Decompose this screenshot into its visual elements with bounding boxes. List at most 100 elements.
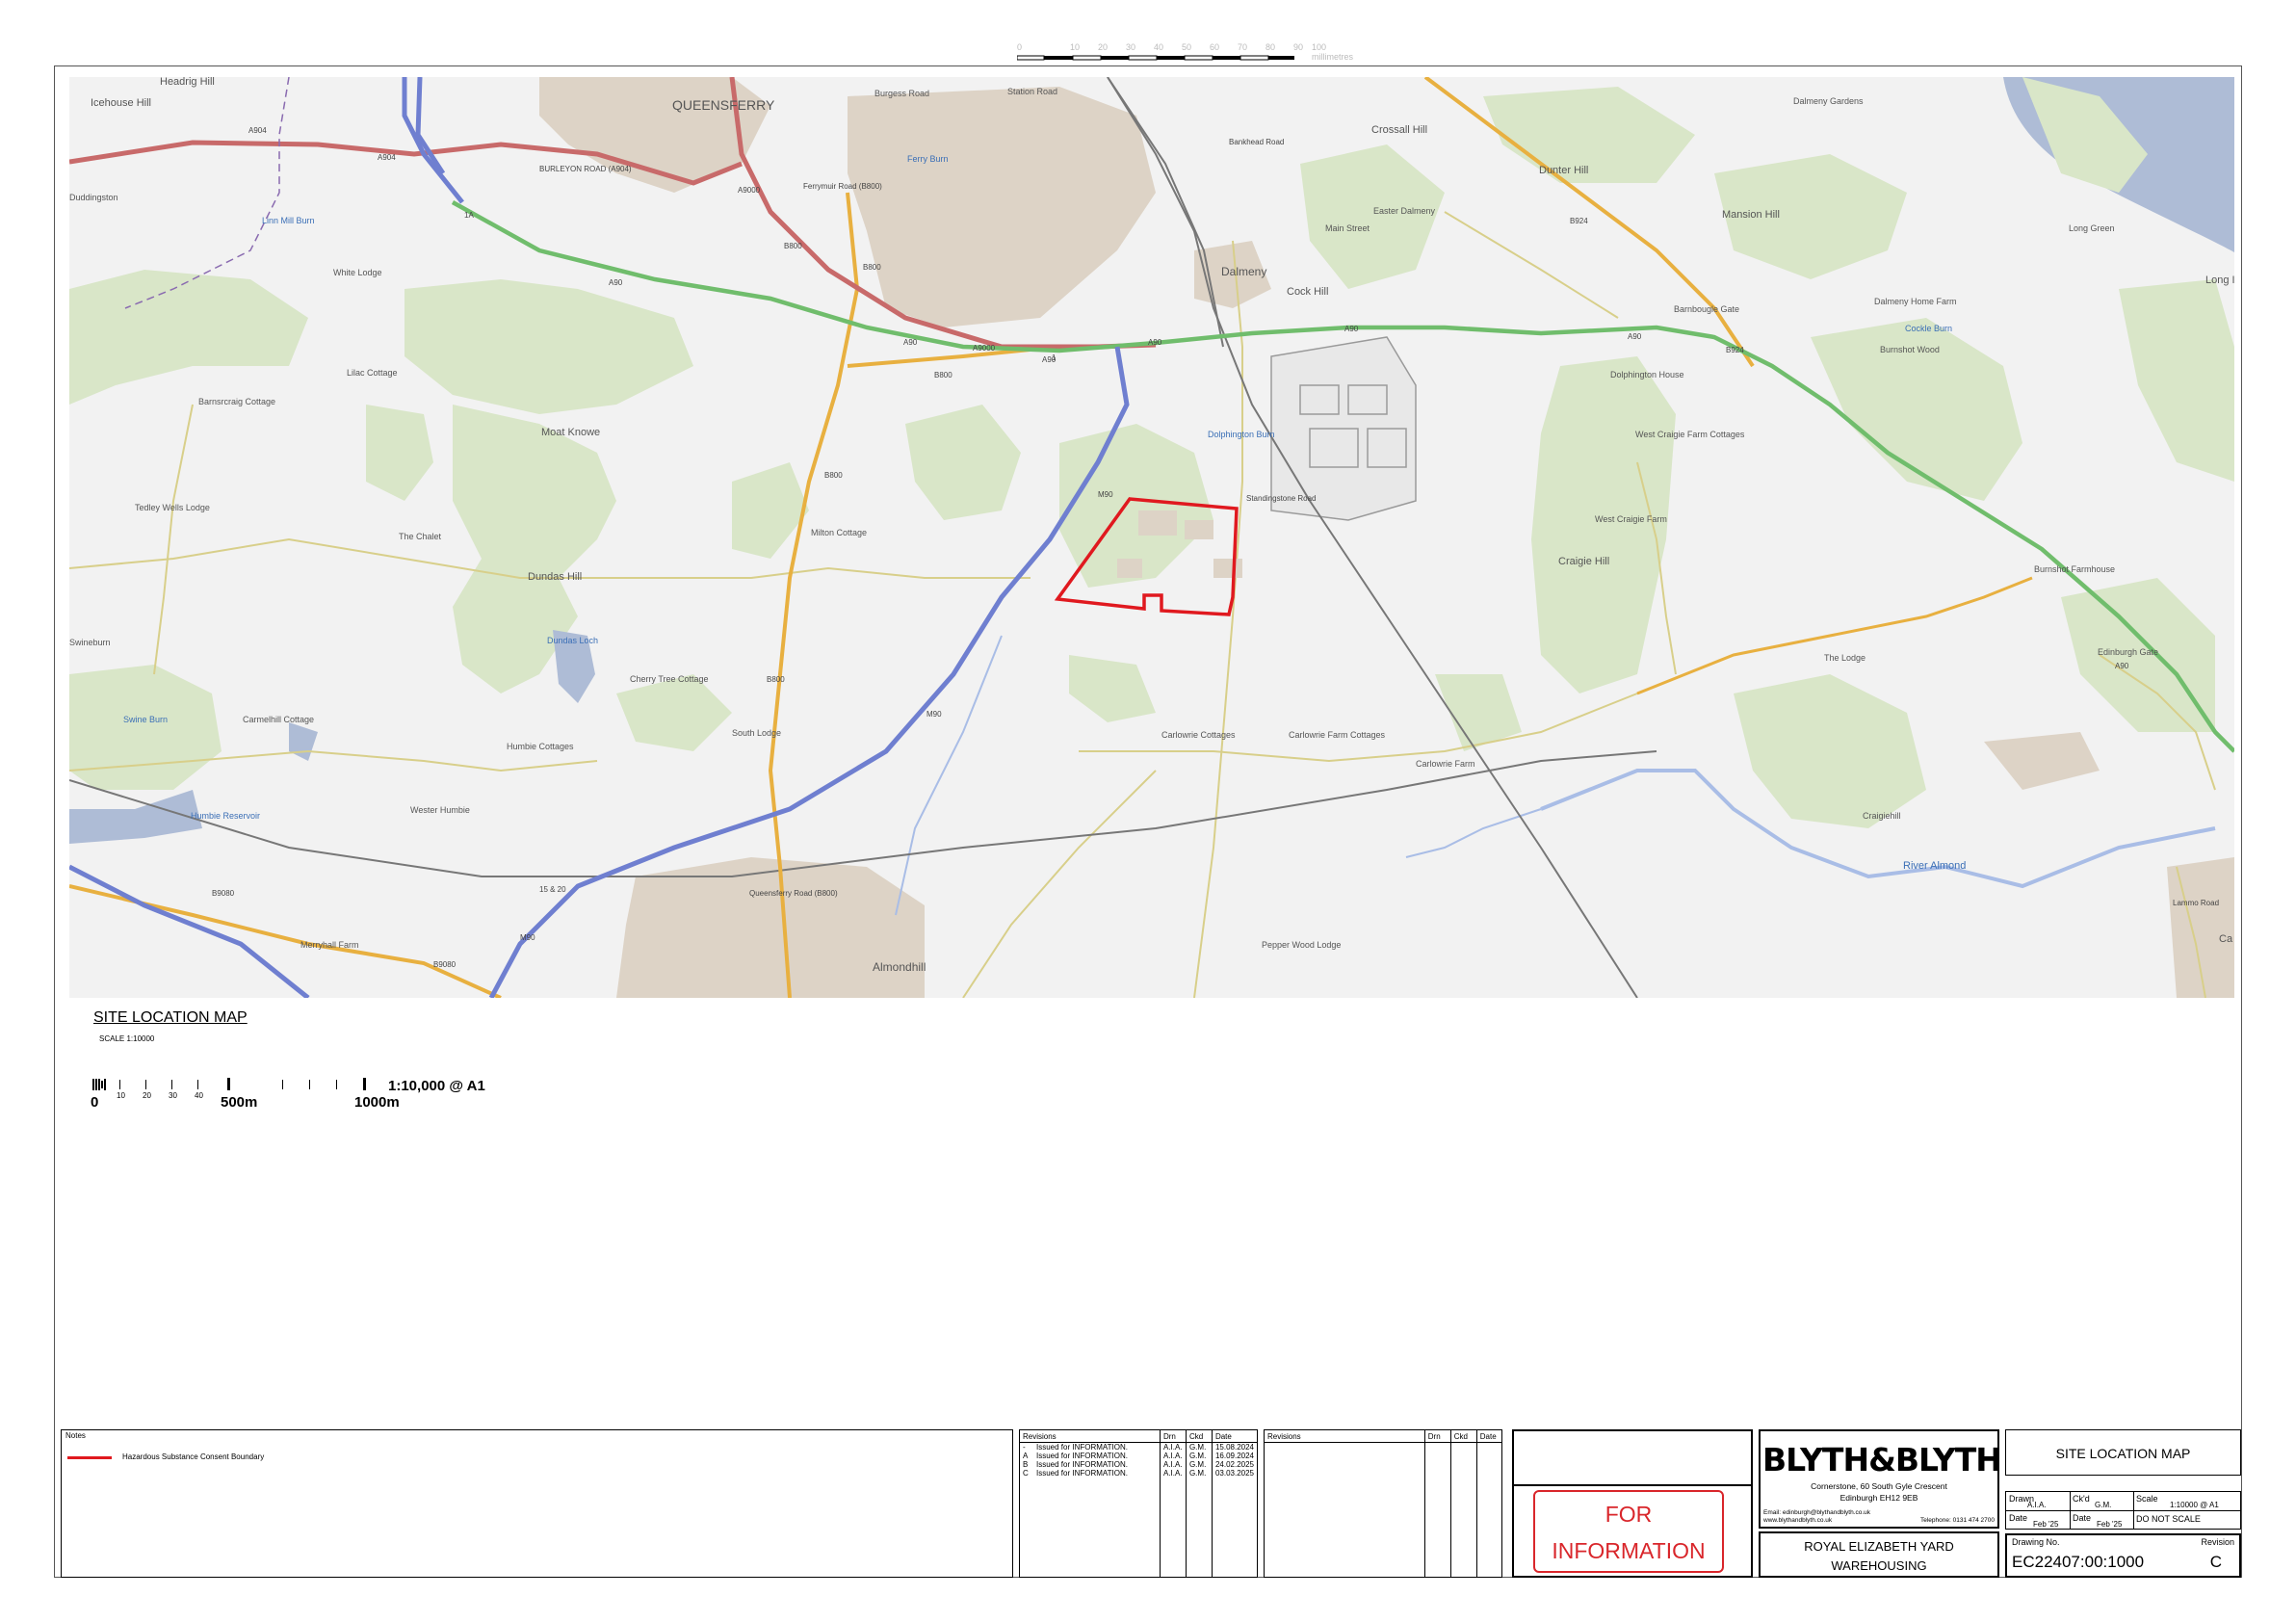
status-divider bbox=[1514, 1484, 1751, 1486]
scale-tick bbox=[145, 1080, 146, 1089]
ruler-label: 50 bbox=[1182, 42, 1192, 52]
drawing-info-panel: Drawn A.I.A. Ck'd G.M. Scale 1:10000 @ A… bbox=[2005, 1491, 2241, 1530]
place-label: Lilac Cottage bbox=[347, 368, 398, 378]
scale-bar bbox=[92, 1078, 366, 1090]
road-label: A904 bbox=[248, 126, 267, 135]
site-location-map[interactable]: Headrig Hill Icehouse Hill QUEENSFERRY Burg… bbox=[69, 77, 2234, 998]
road-label: B924 bbox=[1726, 346, 1744, 354]
info-divider bbox=[2133, 1492, 2134, 1529]
road-label: B800 bbox=[767, 675, 785, 684]
company-phone: Telephone: 0131 474 2700 bbox=[1920, 1517, 1995, 1524]
road-label: 1A bbox=[464, 211, 474, 220]
company-web: www.blythandblyth.co.uk bbox=[1763, 1517, 1833, 1524]
ruler-segment bbox=[1072, 55, 1102, 61]
road-label: A90 bbox=[1628, 332, 1642, 341]
ruler-label: 10 bbox=[1070, 42, 1081, 52]
drawing-title-panel: SITE LOCATION MAP bbox=[2005, 1429, 2241, 1476]
scale-500m-label: 500m bbox=[221, 1094, 258, 1111]
revisions-header-row: Revisions Drn Ckd Date bbox=[1265, 1430, 1501, 1443]
place-label: Craigie Hill bbox=[1558, 556, 1609, 567]
scale-tick bbox=[98, 1079, 100, 1090]
scale-tick bbox=[92, 1079, 94, 1090]
drn-header: Drn bbox=[1159, 1430, 1187, 1443]
place-label: Icehouse Hill bbox=[91, 97, 151, 109]
revision-ckd: G.M. bbox=[1185, 1452, 1213, 1460]
place-label: Station Road bbox=[1007, 87, 1057, 96]
road-label: B924 bbox=[1570, 217, 1588, 225]
ruler-label: 0 bbox=[1017, 42, 1023, 52]
place-label: Duddingston bbox=[69, 193, 118, 202]
revision-code: C bbox=[1023, 1469, 1029, 1478]
revision-row: A Issued for INFORMATION. A.I.A. G.M. 16… bbox=[1020, 1452, 1257, 1460]
place-label: Easter Dalmeny bbox=[1373, 206, 1436, 216]
place-label: Ca bbox=[2219, 933, 2233, 945]
revisions-panel: Revisions Drn Ckd Date - Issued for INFO… bbox=[1019, 1429, 1258, 1578]
revisions-header: Revisions bbox=[1020, 1430, 1161, 1443]
place-label: Headrig Hill bbox=[160, 77, 215, 88]
revision-ckd: G.M. bbox=[1185, 1460, 1213, 1469]
revisions-panel-2: Revisions Drn Ckd Date bbox=[1264, 1429, 1502, 1578]
place-label: Mansion Hill bbox=[1722, 209, 1780, 221]
drawing-number-label: Drawing No. bbox=[2012, 1537, 2060, 1547]
drawn-value: A.I.A. bbox=[2027, 1501, 2047, 1509]
urban-area-kirkliston bbox=[616, 857, 925, 998]
place-label: Barnsrcraig Cottage bbox=[198, 397, 275, 406]
for-information-stamp: FOR INFORMATION bbox=[1533, 1490, 1724, 1573]
revision-row: C Issued for INFORMATION. A.I.A. G.M. 03… bbox=[1020, 1469, 1257, 1478]
road-label: 1 bbox=[1052, 353, 1057, 362]
road-label: B800 bbox=[863, 263, 881, 272]
scale-tick-label: 40 bbox=[195, 1091, 203, 1100]
ruler-label: 40 bbox=[1154, 42, 1164, 52]
date-header: Date bbox=[1475, 1430, 1501, 1443]
place-label: Burnshot Farmhouse bbox=[2034, 564, 2115, 574]
stamp-line-1: FOR bbox=[1605, 1502, 1653, 1527]
revision-desc: Issued for INFORMATION. bbox=[1036, 1460, 1128, 1469]
place-label: Long I bbox=[2205, 275, 2234, 286]
road-label: A904 bbox=[378, 153, 396, 162]
place-label: Dunter Hill bbox=[1539, 165, 1588, 176]
revision-code: B bbox=[1023, 1460, 1029, 1469]
date2-value: Feb '25 bbox=[2097, 1520, 2123, 1529]
ckd-header: Ckd bbox=[1185, 1430, 1213, 1443]
place-label: Dalmeny Gardens bbox=[1793, 96, 1864, 106]
road-label: A90 bbox=[2115, 662, 2129, 670]
place-label: South Lodge bbox=[732, 728, 781, 738]
road-label: Lammo Road bbox=[2173, 899, 2219, 907]
road-label: Ferrymuir Road (B800) bbox=[803, 182, 882, 191]
revisions-header-row: Revisions Drn Ckd Date bbox=[1020, 1430, 1257, 1443]
scale-tick bbox=[119, 1080, 120, 1089]
place-label: Craigiehill bbox=[1863, 811, 1901, 821]
date-header: Date bbox=[1211, 1430, 1257, 1443]
ruler-segment bbox=[1184, 55, 1213, 61]
road-label: M90 bbox=[926, 710, 942, 719]
notes-header: Notes bbox=[65, 1431, 86, 1440]
revisions-header: Revisions bbox=[1265, 1430, 1425, 1443]
revision-drn: A.I.A. bbox=[1159, 1442, 1187, 1452]
scale-tick bbox=[101, 1081, 103, 1088]
do-not-scale: DO NOT SCALE bbox=[2136, 1514, 2201, 1524]
place-label: Main Street bbox=[1325, 223, 1370, 233]
scale-tick bbox=[171, 1080, 172, 1089]
place-label: Cockle Burn bbox=[1905, 324, 1952, 333]
revision-code: - bbox=[1023, 1443, 1026, 1452]
project-name-2: WAREHOUSING bbox=[1831, 1558, 1927, 1573]
ruler-label: 100 millimetres bbox=[1312, 42, 1354, 62]
place-label: Burgess Road bbox=[874, 89, 929, 98]
drawing-revision: C bbox=[2209, 1553, 2222, 1571]
scale-1000m-label: 1000m bbox=[354, 1094, 400, 1111]
revision-row: - Issued for INFORMATION. A.I.A. G.M. 15… bbox=[1020, 1442, 1257, 1452]
place-label: Swine Burn bbox=[123, 715, 168, 724]
building bbox=[1117, 559, 1142, 578]
place-label: White Lodge bbox=[333, 268, 382, 277]
revision-desc: Issued for INFORMATION. bbox=[1036, 1469, 1128, 1478]
place-label: QUEENSFERRY bbox=[672, 97, 775, 113]
revision-ckd: G.M. bbox=[1185, 1442, 1213, 1452]
ruler-label: 90 bbox=[1293, 42, 1304, 52]
revision-date: 15.08.2024 bbox=[1211, 1442, 1257, 1452]
place-label: Ferry Burn bbox=[907, 154, 949, 164]
road-label: Standingstone Road bbox=[1246, 494, 1317, 503]
road-label: A90 bbox=[609, 278, 623, 287]
revision-desc: Issued for INFORMATION. bbox=[1036, 1443, 1128, 1452]
place-label: Carlowrie Farm bbox=[1416, 759, 1475, 769]
revisions-table: Revisions Drn Ckd Date - Issued for INFO… bbox=[1020, 1430, 1257, 1578]
